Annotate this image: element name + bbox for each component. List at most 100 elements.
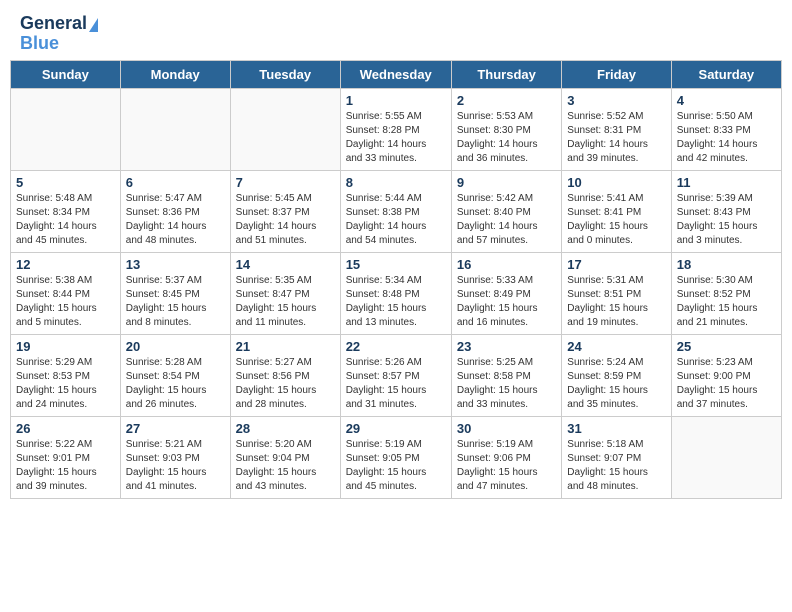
day-info: Sunrise: 5:27 AM Sunset: 8:56 PM Dayligh… (236, 356, 335, 412)
day-info: Sunrise: 5:20 AM Sunset: 9:04 PM Dayligh… (236, 438, 335, 494)
calendar-cell (120, 88, 230, 170)
calendar-cell: 8 Sunrise: 5:44 AM Sunset: 8:38 PM Daylig… (340, 170, 451, 252)
calendar-cell: 26 Sunrise: 5:22 AM Sunset: 9:01 PM Dayli… (11, 416, 121, 498)
day-number: 14 (236, 257, 335, 272)
logo-text-blue: Blue (20, 33, 59, 53)
day-info: Sunrise: 5:29 AM Sunset: 8:53 PM Dayligh… (16, 356, 115, 412)
day-info: Sunrise: 5:39 AM Sunset: 8:43 PM Dayligh… (677, 192, 776, 248)
day-number: 27 (126, 421, 225, 436)
day-info: Sunrise: 5:28 AM Sunset: 8:54 PM Dayligh… (126, 356, 225, 412)
calendar-week-row: 19 Sunrise: 5:29 AM Sunset: 8:53 PM Dayli… (11, 334, 782, 416)
day-number: 26 (16, 421, 115, 436)
weekday-header-friday: Friday (562, 60, 671, 88)
day-info: Sunrise: 5:31 AM Sunset: 8:51 PM Dayligh… (567, 274, 665, 330)
day-number: 1 (346, 93, 446, 108)
weekday-header-monday: Monday (120, 60, 230, 88)
logo-triangle-icon (89, 18, 98, 32)
weekday-header-wednesday: Wednesday (340, 60, 451, 88)
calendar-cell: 12Sunrise: 5:38 AM Sunset: 8:44 PM Dayli… (11, 252, 121, 334)
page-header: General Blue (0, 0, 792, 60)
day-number: 8 (346, 175, 446, 190)
day-number: 5 (16, 175, 115, 190)
day-info: Sunrise: 5:42 AM Sunset: 8:40 PM Dayligh… (457, 192, 556, 248)
day-number: 3 (567, 93, 665, 108)
calendar-cell: 6 Sunrise: 5:47 AM Sunset: 8:36 PM Daylig… (120, 170, 230, 252)
calendar-cell (230, 88, 340, 170)
day-info: Sunrise: 5:22 AM Sunset: 9:01 PM Dayligh… (16, 438, 115, 494)
calendar-cell: 14 Sunrise: 5:35 AM Sunset: 8:47 PM Dayli… (230, 252, 340, 334)
calendar-cell: 4Sunrise: 5:50 AM Sunset: 8:33 PM Daylig… (671, 88, 781, 170)
calendar-header: SundayMondayTuesdayWednesdayThursdayFrid… (11, 60, 782, 88)
logo: General Blue (20, 14, 98, 54)
calendar-cell: 11 Sunrise: 5:39 AM Sunset: 8:43 PM Dayli… (671, 170, 781, 252)
calendar-cell: 3 Sunrise: 5:52 AM Sunset: 8:31 PM Daylig… (562, 88, 671, 170)
day-number: 6 (126, 175, 225, 190)
day-number: 13 (126, 257, 225, 272)
calendar-cell: 9Sunrise: 5:42 AM Sunset: 8:40 PM Daylig… (451, 170, 561, 252)
day-number: 31 (567, 421, 665, 436)
day-number: 23 (457, 339, 556, 354)
day-number: 30 (457, 421, 556, 436)
weekday-header-tuesday: Tuesday (230, 60, 340, 88)
day-info: Sunrise: 5:50 AM Sunset: 8:33 PM Dayligh… (677, 110, 776, 166)
day-number: 19 (16, 339, 115, 354)
day-number: 7 (236, 175, 335, 190)
day-number: 10 (567, 175, 665, 190)
day-number: 28 (236, 421, 335, 436)
calendar-cell: 27 Sunrise: 5:21 AM Sunset: 9:03 PM Dayli… (120, 416, 230, 498)
calendar-cell: 2 Sunrise: 5:53 AM Sunset: 8:30 PM Daylig… (451, 88, 561, 170)
day-number: 21 (236, 339, 335, 354)
day-info: Sunrise: 5:52 AM Sunset: 8:31 PM Dayligh… (567, 110, 665, 166)
day-number: 17 (567, 257, 665, 272)
weekday-header-row: SundayMondayTuesdayWednesdayThursdayFrid… (11, 60, 782, 88)
day-info: Sunrise: 5:23 AM Sunset: 9:00 PM Dayligh… (677, 356, 776, 412)
calendar-cell (11, 88, 121, 170)
calendar-cell: 22Sunrise: 5:26 AM Sunset: 8:57 PM Dayli… (340, 334, 451, 416)
calendar-week-row: 5Sunrise: 5:48 AM Sunset: 8:34 PM Daylig… (11, 170, 782, 252)
day-info: Sunrise: 5:47 AM Sunset: 8:36 PM Dayligh… (126, 192, 225, 248)
day-number: 29 (346, 421, 446, 436)
day-number: 20 (126, 339, 225, 354)
day-info: Sunrise: 5:35 AM Sunset: 8:47 PM Dayligh… (236, 274, 335, 330)
calendar-cell: 29Sunrise: 5:19 AM Sunset: 9:05 PM Dayli… (340, 416, 451, 498)
calendar-cell: 7 Sunrise: 5:45 AM Sunset: 8:37 PM Daylig… (230, 170, 340, 252)
day-info: Sunrise: 5:30 AM Sunset: 8:52 PM Dayligh… (677, 274, 776, 330)
day-info: Sunrise: 5:53 AM Sunset: 8:30 PM Dayligh… (457, 110, 556, 166)
calendar-cell: 5Sunrise: 5:48 AM Sunset: 8:34 PM Daylig… (11, 170, 121, 252)
day-info: Sunrise: 5:37 AM Sunset: 8:45 PM Dayligh… (126, 274, 225, 330)
day-info: Sunrise: 5:45 AM Sunset: 8:37 PM Dayligh… (236, 192, 335, 248)
calendar-week-row: 12Sunrise: 5:38 AM Sunset: 8:44 PM Dayli… (11, 252, 782, 334)
calendar-cell: 16 Sunrise: 5:33 AM Sunset: 8:49 PM Dayli… (451, 252, 561, 334)
calendar-cell: 20 Sunrise: 5:28 AM Sunset: 8:54 PM Dayli… (120, 334, 230, 416)
day-number: 25 (677, 339, 776, 354)
day-info: Sunrise: 5:24 AM Sunset: 8:59 PM Dayligh… (567, 356, 665, 412)
day-number: 18 (677, 257, 776, 272)
calendar-cell: 19 Sunrise: 5:29 AM Sunset: 8:53 PM Dayli… (11, 334, 121, 416)
calendar-cell: 28 Sunrise: 5:20 AM Sunset: 9:04 PM Dayli… (230, 416, 340, 498)
calendar-cell: 10 Sunrise: 5:41 AM Sunset: 8:41 PM Dayli… (562, 170, 671, 252)
calendar-cell: 1Sunrise: 5:55 AM Sunset: 8:28 PM Daylig… (340, 88, 451, 170)
weekday-header-saturday: Saturday (671, 60, 781, 88)
calendar-cell: 23Sunrise: 5:25 AM Sunset: 8:58 PM Dayli… (451, 334, 561, 416)
day-info: Sunrise: 5:34 AM Sunset: 8:48 PM Dayligh… (346, 274, 446, 330)
calendar-body: 1Sunrise: 5:55 AM Sunset: 8:28 PM Daylig… (11, 88, 782, 498)
weekday-header-sunday: Sunday (11, 60, 121, 88)
day-info: Sunrise: 5:44 AM Sunset: 8:38 PM Dayligh… (346, 192, 446, 248)
calendar-cell (671, 416, 781, 498)
day-number: 24 (567, 339, 665, 354)
calendar-cell: 13 Sunrise: 5:37 AM Sunset: 8:45 PM Dayli… (120, 252, 230, 334)
calendar-week-row: 26 Sunrise: 5:22 AM Sunset: 9:01 PM Dayli… (11, 416, 782, 498)
day-number: 15 (346, 257, 446, 272)
day-info: Sunrise: 5:41 AM Sunset: 8:41 PM Dayligh… (567, 192, 665, 248)
calendar-cell: 25 Sunrise: 5:23 AM Sunset: 9:00 PM Dayli… (671, 334, 781, 416)
day-info: Sunrise: 5:33 AM Sunset: 8:49 PM Dayligh… (457, 274, 556, 330)
day-info: Sunrise: 5:21 AM Sunset: 9:03 PM Dayligh… (126, 438, 225, 494)
day-number: 11 (677, 175, 776, 190)
calendar-cell: 17 Sunrise: 5:31 AM Sunset: 8:51 PM Dayli… (562, 252, 671, 334)
day-number: 22 (346, 339, 446, 354)
day-number: 16 (457, 257, 556, 272)
calendar-cell: 30Sunrise: 5:19 AM Sunset: 9:06 PM Dayli… (451, 416, 561, 498)
day-number: 2 (457, 93, 556, 108)
calendar-cell: 31Sunrise: 5:18 AM Sunset: 9:07 PM Dayli… (562, 416, 671, 498)
calendar-cell: 18 Sunrise: 5:30 AM Sunset: 8:52 PM Dayli… (671, 252, 781, 334)
